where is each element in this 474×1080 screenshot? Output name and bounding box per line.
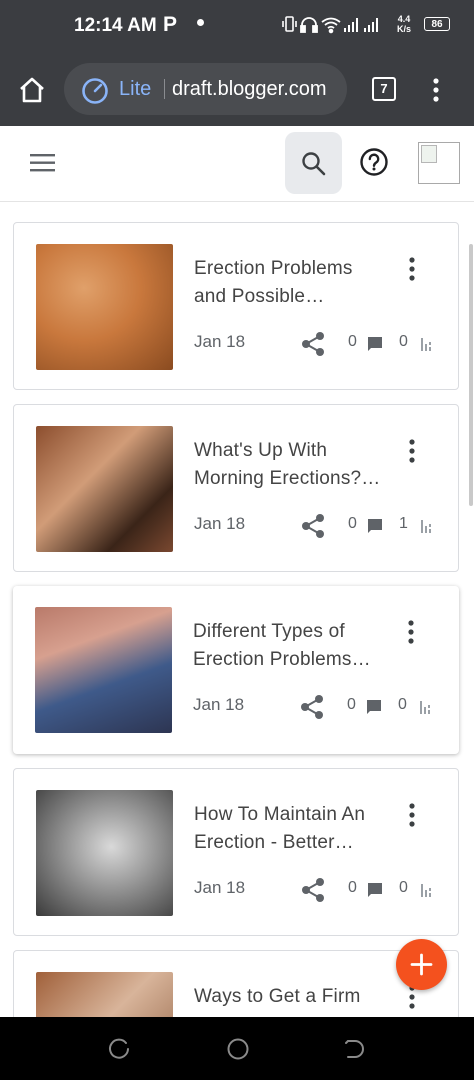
post-title-line: Erection Problems: [194, 258, 353, 279]
post-card[interactable]: Erection Problems and Possible… Jan 18 0…: [13, 222, 459, 390]
comment-count: 0: [348, 879, 357, 896]
plus-icon: [410, 953, 433, 976]
comment-count: 0: [348, 515, 357, 532]
more-options-icon[interactable]: [408, 803, 416, 827]
share-icon[interactable]: [300, 513, 326, 539]
post-thumbnail[interactable]: [36, 972, 173, 1017]
more-options-icon[interactable]: [407, 620, 415, 644]
post-date: Jan 18: [193, 695, 245, 714]
omnibox-divider: [164, 79, 165, 99]
system-nav-bar: [0, 1017, 474, 1080]
home-nav-icon[interactable]: [226, 1037, 250, 1061]
network-speed-value: 4.4: [397, 14, 411, 24]
network-speed-unit: K/s: [397, 24, 412, 34]
share-icon[interactable]: [300, 877, 326, 903]
post-title[interactable]: Ways to Get a Firm: [194, 983, 394, 1011]
post-date: Jan 18: [194, 514, 246, 533]
wifi-icon: [321, 17, 341, 34]
status-time: 12:14 AM: [74, 15, 157, 36]
broken-image-icon: [421, 145, 437, 163]
post-date: Jan 18: [194, 878, 246, 897]
recent-apps-icon[interactable]: [108, 1038, 130, 1060]
comment-icon: [368, 337, 382, 351]
post-thumbnail[interactable]: [36, 426, 173, 552]
post-card[interactable]: Ways to Get a Firm: [13, 950, 459, 1017]
browser-menu-icon[interactable]: [432, 78, 440, 102]
post-date: Jan 18: [194, 332, 246, 351]
post-card[interactable]: What's Up With Morning Erections?… Jan 1…: [13, 404, 459, 572]
post-thumbnail[interactable]: [36, 790, 173, 916]
views-bar-chart-icon: [420, 701, 430, 714]
post-title-line: Morning Erections?…: [194, 468, 381, 489]
system-status-icons: [282, 16, 378, 34]
network-speed: 4.4 K/s: [397, 14, 411, 34]
comment-count: 0: [347, 696, 356, 713]
menu-icon[interactable]: [30, 154, 55, 172]
view-count: 0: [399, 879, 408, 896]
url-text[interactable]: draft.blogger.com: [172, 78, 327, 101]
scrollbar[interactable]: [469, 244, 473, 506]
signal-icon: [344, 18, 358, 32]
view-count: 1: [399, 515, 408, 532]
post-title-line: Erection - Better…: [194, 832, 354, 853]
post-title[interactable]: Erection Problems and Possible…: [194, 255, 394, 311]
search-icon: [302, 152, 326, 176]
status-bar: 12:14 AM P 4.4 K/s 86: [0, 0, 474, 52]
post-title[interactable]: Different Types of Erection Problems…: [193, 618, 393, 674]
more-options-icon[interactable]: [408, 257, 416, 281]
post-title[interactable]: How To Maintain An Erection - Better…: [194, 801, 394, 857]
home-icon[interactable]: [18, 77, 46, 103]
comment-count: 0: [348, 333, 357, 350]
post-title-line: Ways to Get a Firm: [194, 986, 361, 1007]
battery-icon: 86: [424, 17, 450, 31]
views-bar-chart-icon: [421, 338, 431, 351]
post-thumbnail[interactable]: [35, 607, 172, 733]
help-icon[interactable]: [359, 147, 389, 177]
search-button[interactable]: [285, 132, 342, 194]
share-icon[interactable]: [299, 694, 325, 720]
headphones-icon: [300, 17, 318, 33]
new-post-button[interactable]: [396, 939, 447, 990]
more-options-icon[interactable]: [408, 439, 416, 463]
post-title-line: and Possible…: [194, 286, 325, 307]
vibrate-icon: [282, 16, 297, 32]
notification-dot-icon: [197, 19, 204, 26]
comment-icon: [368, 519, 382, 533]
omnibox[interactable]: Lite draft.blogger.com: [64, 63, 347, 115]
post-list[interactable]: Erection Problems and Possible… Jan 18 0…: [0, 202, 474, 1017]
post-card[interactable]: How To Maintain An Erection - Better… Ja…: [13, 768, 459, 936]
app-notification-icon: P: [163, 13, 178, 36]
post-title-line: How To Maintain An: [194, 804, 366, 825]
post-title-line: Different Types of: [193, 621, 345, 642]
lite-mode-gauge-icon: [82, 78, 108, 104]
lite-mode-label: Lite: [119, 78, 152, 100]
view-count: 0: [398, 696, 407, 713]
signal-icon: [364, 18, 378, 32]
app-bar: [0, 126, 474, 202]
post-title[interactable]: What's Up With Morning Erections?…: [194, 437, 394, 493]
post-title-line: Erection Problems…: [193, 649, 371, 670]
tab-switcher-button[interactable]: 7: [372, 77, 396, 101]
share-icon[interactable]: [300, 331, 326, 357]
views-bar-chart-icon: [421, 520, 431, 533]
browser-toolbar: Lite draft.blogger.com 7: [0, 52, 474, 126]
views-bar-chart-icon: [421, 884, 431, 897]
comment-icon: [367, 700, 381, 714]
post-title-line: What's Up With: [194, 440, 328, 461]
post-card[interactable]: Different Types of Erection Problems… Ja…: [13, 586, 459, 754]
account-avatar[interactable]: [418, 142, 460, 184]
back-nav-icon[interactable]: [344, 1038, 366, 1060]
post-thumbnail[interactable]: [36, 244, 173, 370]
comment-icon: [368, 883, 382, 897]
view-count: 0: [399, 333, 408, 350]
